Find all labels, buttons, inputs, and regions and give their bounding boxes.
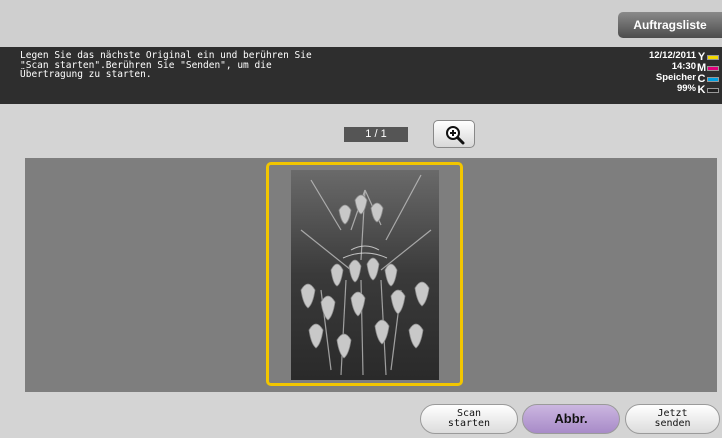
- cancel-button[interactable]: Abbr.: [522, 404, 620, 434]
- top-bar: [0, 0, 722, 47]
- toner-levels: Y M C K: [697, 52, 719, 96]
- page-indicator: 1 / 1: [344, 127, 408, 142]
- toner-bar-c: [707, 77, 719, 82]
- send-now-button[interactable]: Jetzt senden: [625, 404, 720, 434]
- magnifier-plus-icon: [446, 126, 465, 145]
- toner-bar-y: [707, 55, 719, 60]
- scanned-page-thumbnail: [291, 170, 439, 380]
- toner-row-k: K: [697, 85, 719, 96]
- status-panel: 12/12/2011 14:30 Speicher 99%: [649, 50, 696, 94]
- status-date: 12/12/2011: [648, 50, 696, 61]
- job-list-button[interactable]: Auftragsliste: [618, 12, 722, 38]
- zoom-button[interactable]: [433, 120, 475, 148]
- scan-start-button[interactable]: Scan starten: [420, 404, 518, 434]
- memory-value: 99%: [676, 83, 696, 94]
- toner-bar-m: [707, 66, 719, 71]
- toner-letter-k: K: [697, 84, 706, 96]
- message-bar: Legen Sie das nächste Original ein und b…: [0, 47, 722, 104]
- instruction-message: Legen Sie das nächste Original ein und b…: [20, 50, 312, 80]
- memory-label: Speicher: [655, 72, 696, 83]
- status-time: 14:30: [671, 61, 696, 72]
- toner-bar-k: [707, 88, 719, 93]
